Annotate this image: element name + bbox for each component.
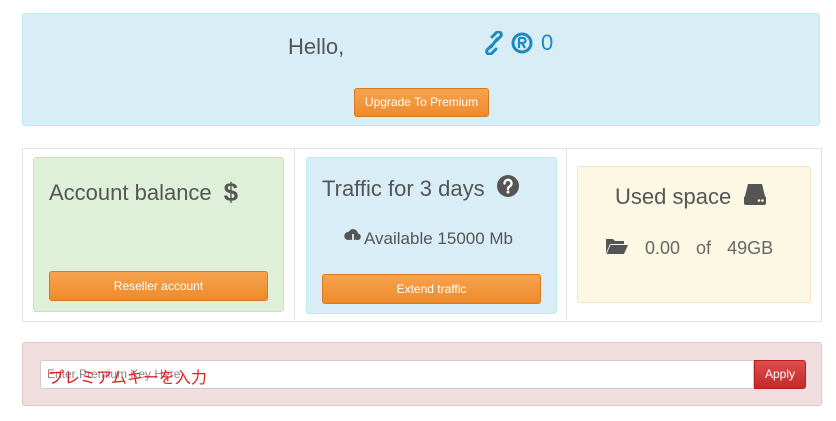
used-space-value: 0.00 <box>645 238 681 258</box>
question-circle-icon[interactable] <box>496 175 519 203</box>
traffic-card: Traffic for 3 days Available 15000 Mb Ex… <box>306 157 557 314</box>
link-icon[interactable] <box>483 31 505 55</box>
folder-open-icon <box>605 237 629 260</box>
account-balance-card: Account balance $ Reseller account <box>33 157 284 312</box>
dollar-icon: $ <box>223 177 239 207</box>
points-display: 0 <box>483 30 553 56</box>
reseller-account-button[interactable]: Reseller account <box>49 271 268 301</box>
greeting-panel: Hello, 0 Upgrade To Premium <box>22 13 820 126</box>
upgrade-premium-button[interactable]: Upgrade To Premium <box>354 88 489 117</box>
traffic-available: Available 15000 Mb <box>344 228 513 249</box>
column-divider <box>566 149 567 321</box>
traffic-available-text: Available 15000 Mb <box>364 228 514 248</box>
column-divider <box>294 149 295 321</box>
used-space-of: of <box>696 238 712 258</box>
premium-key-input[interactable]: Enter Premium Key Here <box>40 360 754 389</box>
account-balance-title: Account balance <box>49 179 212 205</box>
stats-row: Account balance $ Reseller account Traff… <box>22 148 822 322</box>
points-value: 0 <box>541 30 554 55</box>
cloud-download-icon <box>344 228 362 249</box>
used-space-title: Used space <box>615 184 732 209</box>
hard-drive-icon <box>743 182 767 212</box>
registered-r-icon <box>511 32 533 54</box>
premium-key-panel: Enter Premium Key Here プレミアムキーを入力 Apply <box>22 342 822 406</box>
extend-traffic-button[interactable]: Extend traffic <box>322 274 541 304</box>
used-space-card: Used space 0.00 of 49GB <box>577 166 811 303</box>
greeting-text: Hello, <box>288 34 345 59</box>
used-space-line: 0.00 of 49GB <box>605 237 773 260</box>
traffic-title: Traffic for 3 days <box>322 176 485 201</box>
apply-button[interactable]: Apply <box>754 360 806 389</box>
total-space-value: 49GB <box>727 238 774 258</box>
